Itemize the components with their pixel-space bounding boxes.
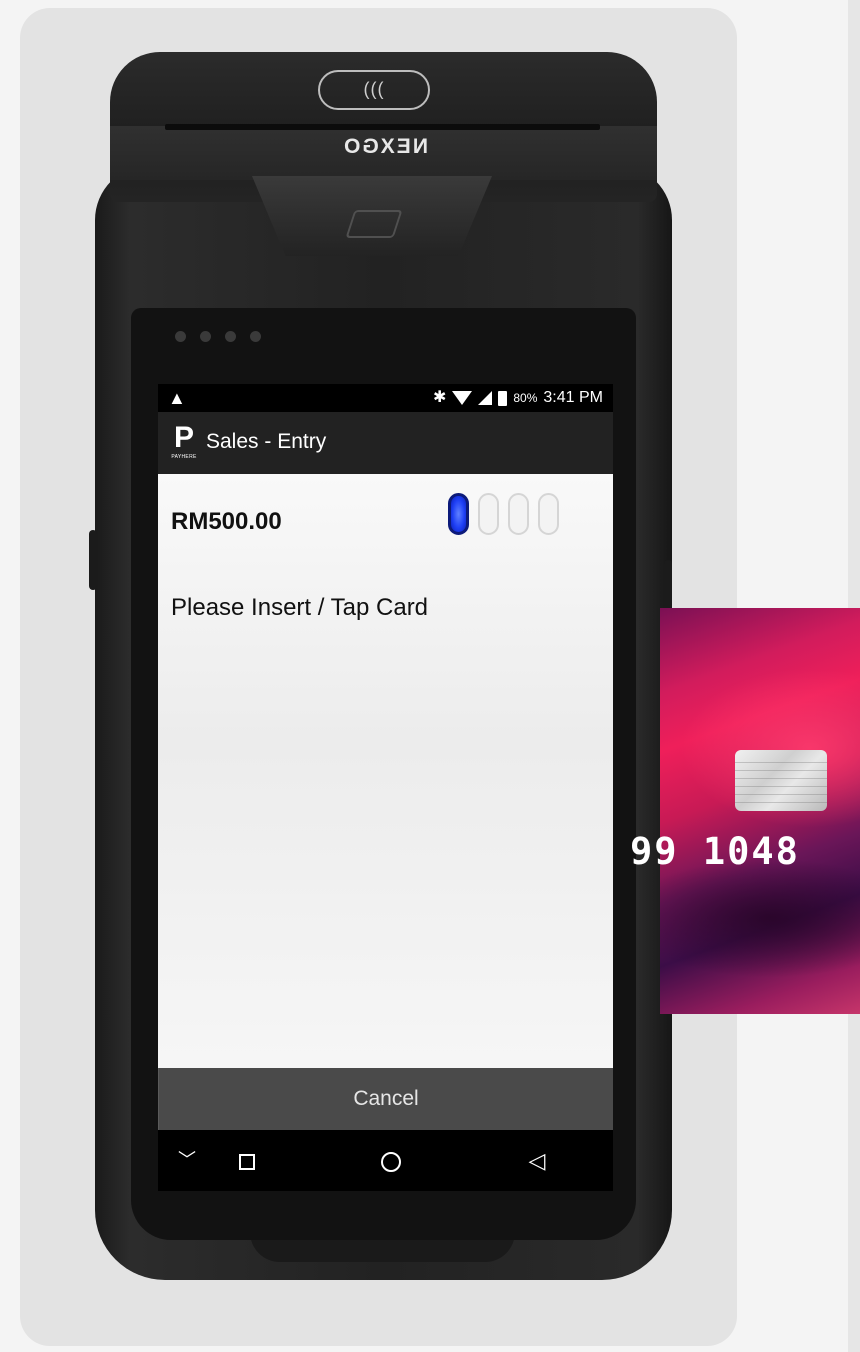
back-button[interactable]: ◁ — [522, 1130, 552, 1191]
warning-icon: ▲ — [168, 388, 186, 408]
side-button-left[interactable] — [89, 530, 97, 590]
clock: 3:41 PM — [543, 389, 603, 406]
card-slot-icon — [345, 210, 403, 238]
sensor-dot — [250, 331, 261, 342]
logo-wordmark: PAYHERE — [171, 454, 197, 460]
page-title: Sales - Entry — [206, 430, 327, 453]
square-icon — [239, 1154, 255, 1171]
credit-card — [660, 608, 860, 1014]
android-nav-bar: ﹀ ◁ — [158, 1130, 613, 1191]
app-bar: P PAYHERE Sales - Entry — [158, 412, 613, 474]
step-pill — [478, 493, 499, 535]
battery-icon — [498, 390, 508, 406]
card-chip-icon — [735, 750, 827, 811]
wifi-icon — [452, 391, 473, 405]
contactless-symbol: ((( — [363, 79, 385, 99]
sensor-dot — [200, 331, 211, 342]
transaction-content: RM500.00 Please Insert / Tap Card — [158, 474, 613, 1068]
step-pill-active — [448, 493, 469, 535]
status-bar: ▲ ✱ 80% 3:41 PM — [158, 384, 613, 412]
cancel-button[interactable]: Cancel — [158, 1068, 613, 1130]
terminal-screen: ▲ ✱ 80% 3:41 PM P PAYHERE Sales - Entry … — [158, 384, 613, 1191]
sensor-dot — [225, 331, 236, 342]
step-pill — [538, 493, 559, 535]
paper-slot — [165, 124, 600, 130]
step-indicator — [448, 493, 559, 535]
logo-letter: P — [173, 421, 194, 454]
status-icons: ✱ 80% 3:41 PM — [433, 384, 603, 412]
amount-label: RM500.00 — [171, 508, 282, 535]
circle-icon — [381, 1152, 401, 1173]
collapse-icon[interactable]: ﹀ — [172, 1130, 202, 1191]
cell-signal-icon — [478, 391, 493, 405]
step-pill — [508, 493, 529, 535]
bluetooth-icon: ✱ — [432, 389, 447, 406]
card-number: 99 1048 — [630, 830, 800, 873]
card-prompt: Please Insert / Tap Card — [171, 594, 429, 621]
sensor-dot — [175, 331, 186, 342]
battery-level: 80% — [513, 391, 538, 405]
sensor-dots — [175, 331, 261, 342]
card-shadow — [660, 858, 860, 978]
home-button[interactable] — [376, 1130, 406, 1191]
payhere-logo: P PAYHERE — [168, 423, 200, 463]
recents-button[interactable] — [232, 1130, 262, 1191]
contactless-icon: ((( — [318, 70, 430, 110]
nexgo-logo: NEXGO — [342, 135, 428, 158]
